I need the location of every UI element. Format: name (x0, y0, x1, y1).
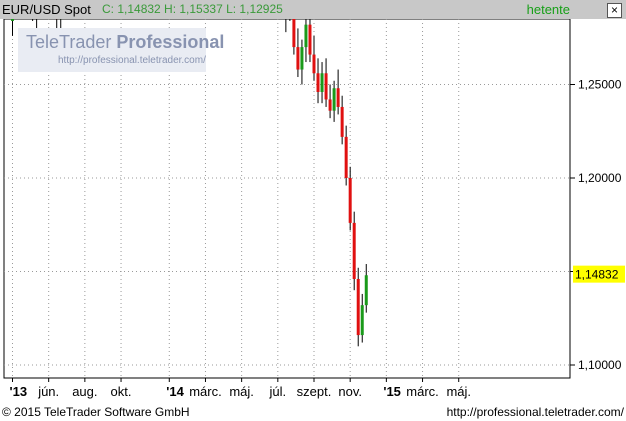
candle-body[interactable] (296, 47, 300, 70)
symbol-label: EUR/USD Spot (2, 2, 91, 17)
candle-body[interactable] (352, 222, 356, 279)
copyright-text: © 2015 TeleTrader Software GmbH (2, 405, 190, 419)
candle-body[interactable] (308, 24, 312, 55)
watermark-brand: TeleTrader Professional (26, 32, 224, 53)
y-tick-label: 1,25000 (578, 78, 622, 92)
watermark-brand-bold: Professional (116, 32, 225, 52)
ohlc-readout: C: 1,14832 H: 1,15337 L: 1,12925 (102, 2, 283, 16)
candle-body[interactable] (312, 54, 316, 74)
x-tick-label: márc. (406, 384, 439, 399)
x-tick-label: márc. (189, 384, 222, 399)
watermark-brand-regular: TeleTrader (26, 32, 117, 52)
close-icon[interactable]: × (607, 3, 622, 18)
x-tick-label: júl. (269, 384, 287, 399)
candle-body[interactable] (340, 106, 344, 137)
chart-header: EUR/USD Spot C: 1,14832 H: 1,15337 L: 1,… (0, 0, 626, 19)
x-tick-label: szept. (297, 384, 332, 399)
candle-body[interactable] (316, 73, 320, 92)
x-tick-label: nov. (338, 384, 362, 399)
candle-body[interactable] (348, 178, 352, 223)
x-tick-label: máj. (229, 384, 254, 399)
footer-url-link[interactable]: http://professional.teletrader.com/ (447, 405, 624, 419)
candle-body[interactable] (328, 99, 332, 111)
candle-body[interactable] (344, 136, 348, 178)
x-tick-label: jún. (37, 384, 59, 399)
candle-body[interactable] (356, 278, 360, 336)
candle-body[interactable] (332, 88, 336, 111)
x-tick-label: okt. (111, 384, 132, 399)
y-tick-label: 1,20000 (578, 171, 622, 185)
x-tick-label: '14 (166, 384, 184, 399)
y-tick-label: 1,10000 (578, 358, 622, 372)
teletrader-watermark: TeleTrader Professional http://professio… (18, 28, 224, 72)
candle-body[interactable] (304, 24, 308, 48)
x-tick-label: '13 (10, 384, 28, 399)
candle-body[interactable] (324, 73, 328, 100)
candle-body[interactable] (320, 73, 324, 92)
candle-body[interactable] (300, 47, 304, 70)
x-tick-label: máj. (446, 384, 471, 399)
candle-body[interactable] (364, 275, 368, 306)
chart-window: 1,100001,200001,250001,300001,350001,400… (0, 0, 626, 421)
x-tick-label: '15 (383, 384, 401, 399)
watermark-url: http://professional.teletrader.com/ (58, 55, 206, 66)
x-tick-label: aug. (72, 384, 97, 399)
candle-body[interactable] (360, 305, 364, 336)
candle-body[interactable] (336, 88, 340, 107)
last-price-label: 1,14832 (575, 268, 619, 282)
plot-area (3, 18, 571, 379)
period-label: hetente (526, 2, 570, 17)
